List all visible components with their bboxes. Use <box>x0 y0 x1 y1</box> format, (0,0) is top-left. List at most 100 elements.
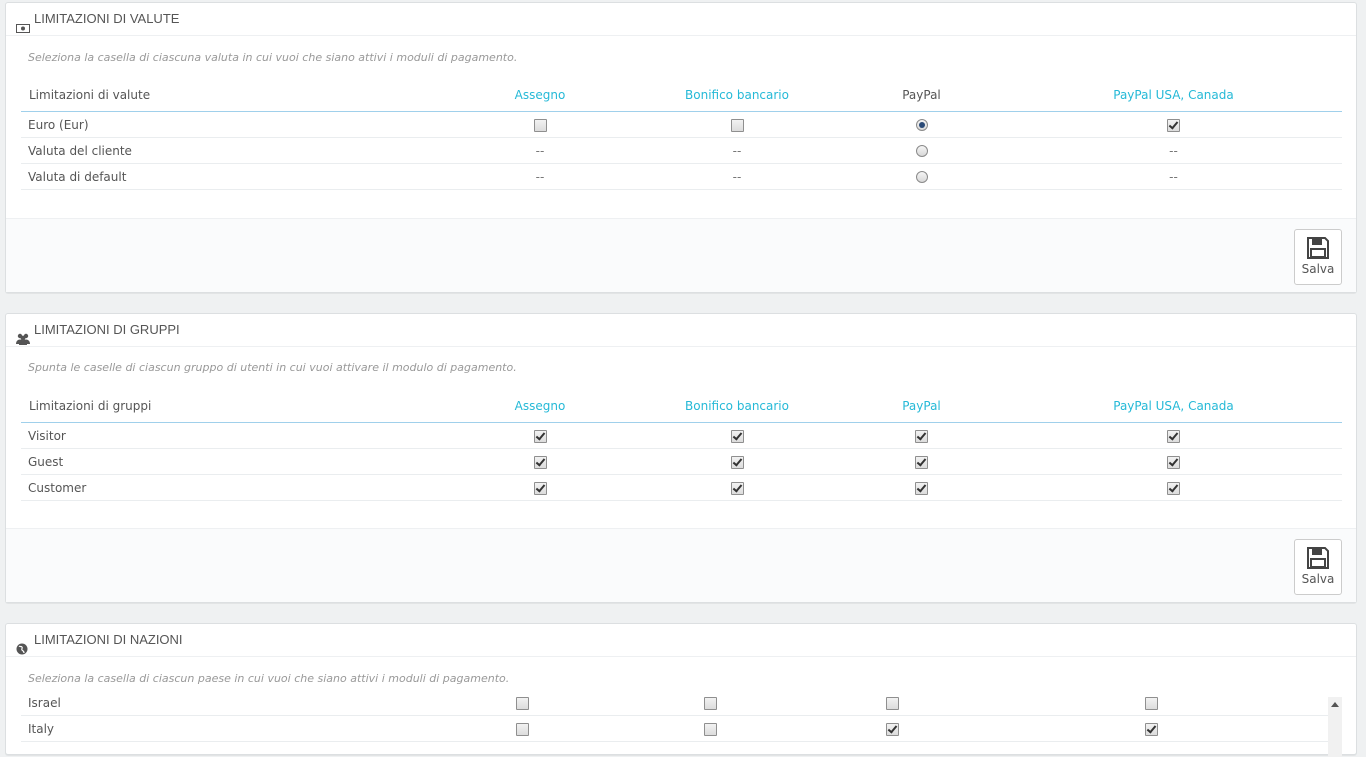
table-row: Customer <box>21 474 1342 501</box>
table-cell: -- <box>444 137 636 164</box>
table-row: Visitor <box>21 422 1342 449</box>
table-cell <box>636 422 838 449</box>
module-checkbox[interactable] <box>1145 696 1158 710</box>
table-row: Guest <box>21 448 1342 475</box>
not-applicable-text: -- <box>1169 169 1178 184</box>
country-restrictions-panel: LIMITAZIONI DI NAZIONI Seleziona la case… <box>5 623 1357 757</box>
countries-table: Israel Italy <box>21 690 1328 742</box>
module-checkbox[interactable] <box>533 118 547 132</box>
table-row: Valuta di default -- -- -- <box>21 163 1342 190</box>
table-cell <box>838 111 1005 138</box>
not-applicable-text: -- <box>535 169 545 184</box>
table-cell: -- <box>1005 163 1342 190</box>
save-button[interactable]: Salva <box>1294 539 1342 595</box>
table-cell <box>838 137 1005 164</box>
module-checkbox[interactable] <box>730 429 744 443</box>
globe-icon <box>16 634 30 655</box>
module-checkbox[interactable] <box>886 722 899 736</box>
panel-heading: LIMITAZIONI DI GRUPPI <box>6 314 1356 347</box>
groups-table: Limitazioni di gruppi Assegno Bonifico b… <box>21 390 1342 501</box>
module-checkbox[interactable] <box>516 722 529 736</box>
module-checkbox[interactable] <box>915 455 928 469</box>
not-applicable-text: -- <box>732 169 742 184</box>
table-cell <box>444 448 636 475</box>
table-cell <box>1005 448 1342 475</box>
table-cell: -- <box>636 163 838 190</box>
table-cell <box>838 163 1005 190</box>
column-header: Limitazioni di valute <box>21 79 444 112</box>
module-radio[interactable] <box>915 171 928 183</box>
module-checkbox[interactable] <box>533 429 547 443</box>
module-checkbox[interactable] <box>703 696 717 710</box>
table-cell: -- <box>444 163 636 190</box>
table-scrollbar[interactable] <box>1328 697 1342 757</box>
help-text: Seleziona la casella di ciascuna valuta … <box>28 51 518 64</box>
table-cell <box>610 690 810 716</box>
scroll-up-icon[interactable] <box>1331 702 1339 707</box>
users-icon <box>16 324 30 345</box>
save-label: Salva <box>1301 572 1335 586</box>
module-radio[interactable] <box>915 119 928 131</box>
save-button[interactable]: Salva <box>1294 229 1342 285</box>
not-applicable-text: -- <box>732 143 742 158</box>
table-cell <box>810 690 975 716</box>
module-header-paypal-usa[interactable]: PayPal USA, Canada <box>1005 390 1342 423</box>
table-cell <box>838 448 1005 475</box>
panel-title: LIMITAZIONI DI NAZIONI <box>34 632 183 647</box>
module-header-bankwire[interactable]: Bonifico bancario <box>636 79 838 112</box>
panel-heading: LIMITAZIONI DI NAZIONI <box>6 624 1356 657</box>
row-label: Valuta del cliente <box>21 137 444 164</box>
row-label: Valuta di default <box>21 163 444 190</box>
module-checkbox[interactable] <box>730 481 744 495</box>
module-checkbox[interactable] <box>1167 429 1180 443</box>
table-row: Israel <box>21 690 1328 716</box>
table-cell <box>1005 111 1342 138</box>
table-cell <box>636 474 838 501</box>
currency-table: Limitazioni di valute Assegno Bonifico b… <box>21 79 1342 190</box>
table-cell <box>444 474 636 501</box>
module-checkbox[interactable] <box>915 481 928 495</box>
save-label: Salva <box>1301 262 1335 276</box>
table-cell <box>838 422 1005 449</box>
module-header-paypal[interactable]: PayPal <box>838 390 1005 423</box>
module-checkbox[interactable] <box>533 481 547 495</box>
table-cell <box>435 690 610 716</box>
module-checkbox[interactable] <box>915 429 928 443</box>
panel-heading: LIMITAZIONI DI VALUTE <box>6 3 1356 36</box>
money-icon <box>16 13 30 33</box>
module-checkbox[interactable] <box>1167 481 1180 495</box>
table-cell: -- <box>636 137 838 164</box>
help-text: Spunta le caselle di ciascun gruppo di u… <box>28 361 517 374</box>
module-header-cheque[interactable]: Assegno <box>444 390 636 423</box>
table-row: Valuta del cliente -- -- -- <box>21 137 1342 164</box>
table-row: Euro (Eur) <box>21 111 1342 138</box>
module-checkbox[interactable] <box>533 455 547 469</box>
module-header-paypal-usa[interactable]: PayPal USA, Canada <box>1005 79 1342 112</box>
module-header-bankwire[interactable]: Bonifico bancario <box>636 390 838 423</box>
panel-title: LIMITAZIONI DI GRUPPI <box>34 322 180 337</box>
row-label: Customer <box>21 474 444 501</box>
table-cell <box>636 111 838 138</box>
row-label: Euro (Eur) <box>21 111 444 138</box>
module-checkbox[interactable] <box>730 118 744 132</box>
module-checkbox[interactable] <box>730 455 744 469</box>
not-applicable-text: -- <box>535 143 545 158</box>
panel-footer: Salva <box>6 528 1356 602</box>
row-label: Visitor <box>21 422 444 449</box>
table-cell <box>975 690 1328 716</box>
table-cell <box>838 474 1005 501</box>
module-checkbox[interactable] <box>1167 455 1180 469</box>
module-header-cheque[interactable]: Assegno <box>444 79 636 112</box>
table-cell <box>636 448 838 475</box>
module-checkbox[interactable] <box>1145 722 1158 736</box>
table-cell <box>444 422 636 449</box>
module-checkbox[interactable] <box>516 696 529 710</box>
group-restrictions-panel: LIMITAZIONI DI GRUPPI Spunta le caselle … <box>5 313 1357 603</box>
panel-title: LIMITAZIONI DI VALUTE <box>34 11 180 26</box>
module-radio[interactable] <box>915 145 928 157</box>
save-icon <box>1307 547 1329 569</box>
module-checkbox[interactable] <box>886 696 899 710</box>
module-checkbox[interactable] <box>703 722 717 736</box>
module-header-paypal: PayPal <box>838 79 1005 112</box>
module-checkbox[interactable] <box>1167 118 1180 132</box>
